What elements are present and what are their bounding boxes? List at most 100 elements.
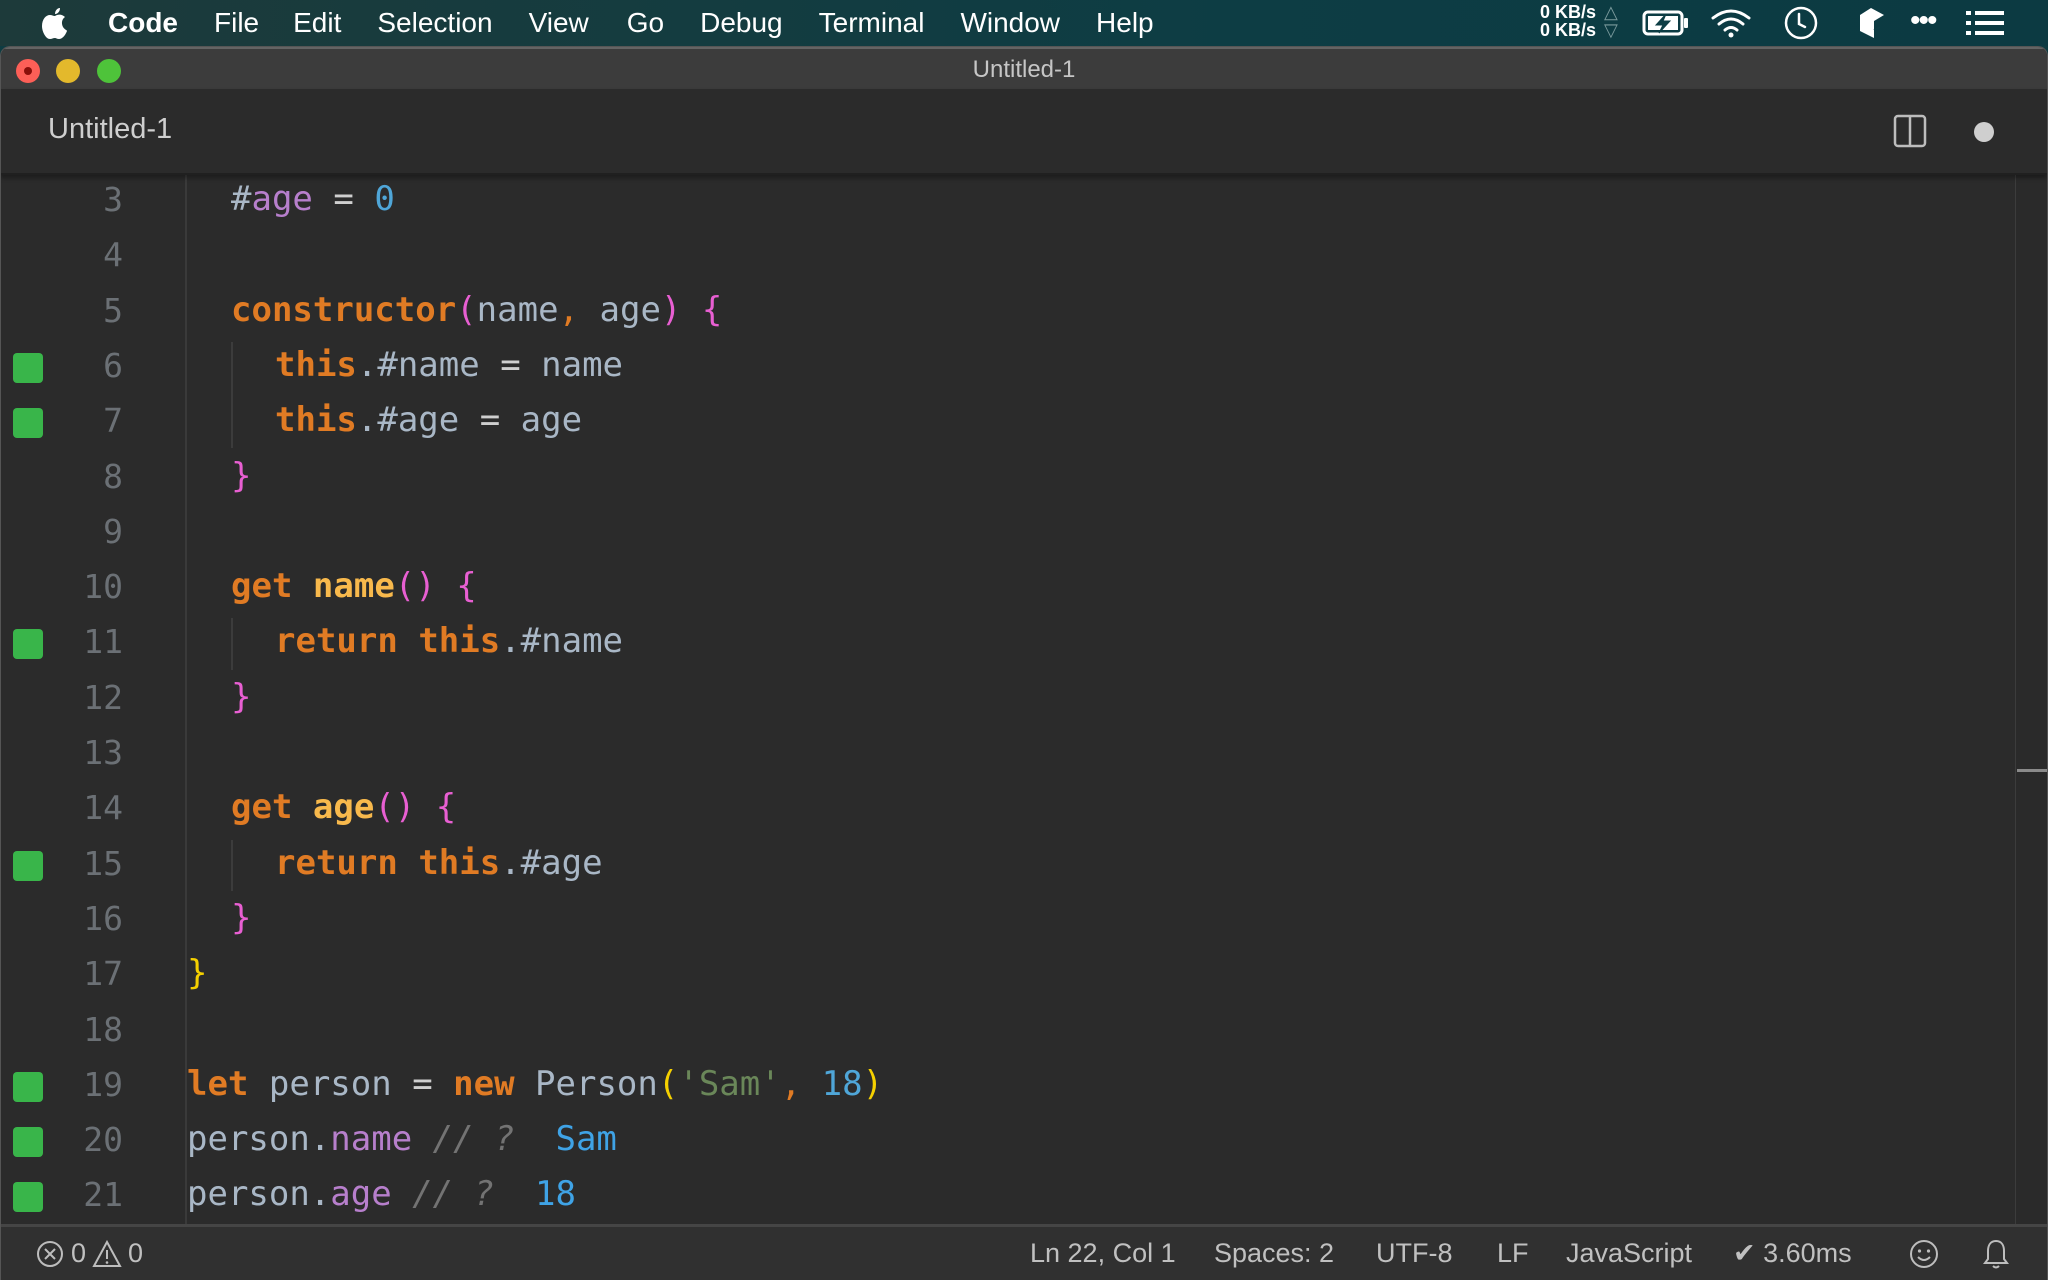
- line-number: 12: [83, 677, 123, 717]
- unsaved-changes-dot-icon[interactable]: [1974, 122, 1994, 142]
- line-number: 15: [83, 843, 123, 883]
- menu-file[interactable]: File: [214, 7, 259, 39]
- code-token: person: [248, 1063, 392, 1104]
- menu-debug[interactable]: Debug: [700, 7, 783, 39]
- code-token: name: [476, 289, 559, 330]
- code-token: name: [541, 344, 624, 385]
- code-line[interactable]: 9: [1, 506, 2017, 561]
- code-token: (: [657, 1063, 679, 1104]
- code-line[interactable]: 5 constructor(name, age) {: [1, 285, 2017, 340]
- menu-view[interactable]: View: [529, 7, 589, 39]
- more-icon[interactable]: •••: [1910, 4, 1937, 38]
- code-line[interactable]: 14 get age() {: [1, 782, 2017, 837]
- line-content: return this.#name: [275, 621, 623, 661]
- split-editor-icon[interactable]: [1893, 114, 1927, 148]
- coverage-marker-icon: [13, 629, 43, 660]
- menu-window[interactable]: Window: [960, 7, 1060, 39]
- window-title: Untitled-1: [972, 56, 1076, 83]
- menu-app-code[interactable]: Code: [108, 7, 178, 39]
- code-token: age: [330, 1174, 392, 1215]
- menu-help[interactable]: Help: [1096, 7, 1154, 39]
- eol-setting[interactable]: LF: [1497, 1238, 1529, 1269]
- code-line[interactable]: 7 this.#age = age: [1, 395, 2017, 450]
- code-token: }: [187, 953, 208, 994]
- line-content: this.#name = name: [275, 345, 623, 385]
- notifications-bell-icon[interactable]: [1981, 1237, 2011, 1271]
- line-number: 10: [83, 567, 123, 607]
- line-content: get age() {: [231, 787, 456, 827]
- menu-selection[interactable]: Selection: [377, 7, 492, 39]
- code-token: get: [231, 566, 293, 607]
- code-line[interactable]: 19 let person = new Person('Sam', 18): [1, 1059, 2017, 1114]
- indent-guide: [231, 839, 233, 891]
- code-line[interactable]: 17}: [1, 948, 2017, 1003]
- code-token: ): [862, 1063, 884, 1104]
- status-bar: 0 0 Ln 22, Col 1 Spaces: 2 UTF-8 LF Java…: [1, 1224, 2047, 1280]
- code-token: person.: [187, 1174, 331, 1215]
- language-mode[interactable]: JavaScript: [1566, 1238, 1692, 1269]
- code-line[interactable]: 6 this.#name = name: [1, 340, 2017, 395]
- scrollbar-cursor-marker: [2017, 769, 2047, 772]
- upload-arrow-icon: △: [1604, 2, 1618, 22]
- network-speed-monitor[interactable]: 0 KB/s △ 0 KB/s ▽: [1540, 3, 1618, 39]
- code-token: 18: [514, 1174, 576, 1215]
- line-number: 13: [83, 733, 123, 772]
- code-line[interactable]: 10 get name() {: [1, 561, 2017, 616]
- code-token: age: [251, 179, 313, 219]
- coverage-marker-icon: [13, 1182, 43, 1213]
- encoding-setting[interactable]: UTF-8: [1376, 1238, 1453, 1269]
- cursor-position[interactable]: Ln 22, Col 1: [1030, 1238, 1176, 1269]
- code-line[interactable]: 21 person.age // ? 18: [1, 1169, 2017, 1224]
- tab-untitled-1[interactable]: Untitled-1: [48, 113, 172, 146]
- battery-charging-icon[interactable]: [1642, 10, 1690, 36]
- code-line[interactable]: 8}: [1, 451, 2017, 506]
- code-token: #: [231, 179, 252, 219]
- code-line[interactable]: 13: [1, 727, 2017, 782]
- menu-edit[interactable]: Edit: [293, 7, 341, 39]
- indentation-setting[interactable]: Spaces: 2: [1214, 1238, 1334, 1269]
- code-editor[interactable]: 3 #age = 0 4 5 constructor(name, age) {6 this…: [1, 175, 2017, 1265]
- code-line[interactable]: 4: [1, 229, 2017, 284]
- vscode-window: Untitled-1 Untitled-1 3 #age = 0 4 5 constru…: [0, 46, 2048, 1280]
- line-number: 16: [83, 898, 123, 938]
- code-token: ,: [558, 289, 600, 330]
- list-icon[interactable]: [1966, 10, 2004, 36]
- clock-icon[interactable]: [1784, 6, 1818, 40]
- line-number: 20: [83, 1120, 123, 1160]
- line-content: get name() {: [231, 566, 477, 606]
- menu-go[interactable]: Go: [627, 7, 664, 39]
- macos-menu-bar: Code File Edit Selection View Go Debug T…: [0, 0, 2048, 46]
- feedback-smiley-icon[interactable]: [1908, 1238, 1940, 1270]
- apple-logo-icon[interactable]: [40, 6, 70, 40]
- line-number: 7: [103, 401, 123, 441]
- code-token: name: [312, 566, 395, 607]
- line-content: return this.#age: [275, 843, 603, 883]
- problems-indicator[interactable]: 0 0: [35, 1238, 143, 1269]
- error-icon: [37, 1240, 63, 1267]
- code-line[interactable]: 11 return this.#name: [1, 616, 2017, 671]
- code-line[interactable]: 12}: [1, 672, 2017, 727]
- code-token: =: [479, 344, 542, 385]
- code-token: return: [275, 842, 398, 883]
- code-line[interactable]: 15 return this.#age: [1, 838, 2017, 893]
- coverage-marker-icon: [13, 850, 43, 881]
- code-token: age: [520, 400, 583, 441]
- line-content: }: [231, 898, 251, 938]
- menu-terminal[interactable]: Terminal: [819, 7, 925, 39]
- editor-tab-bar: Untitled-1: [1, 89, 2047, 175]
- wifi-icon[interactable]: [1710, 8, 1752, 38]
- line-content: }: [231, 456, 251, 496]
- code-token: person.: [187, 1119, 331, 1160]
- vertical-scrollbar[interactable]: [2015, 175, 2047, 1265]
- code-line[interactable]: 20 person.name // ? Sam: [1, 1114, 2017, 1169]
- app-cube-icon[interactable]: [1856, 6, 1886, 40]
- quokka-timing[interactable]: ✔ 3.60ms: [1733, 1238, 1852, 1269]
- code-token: (: [456, 289, 477, 330]
- code-line[interactable]: 16}: [1, 893, 2017, 948]
- code-line[interactable]: 3 #age = 0: [1, 175, 2017, 229]
- code-line[interactable]: 18: [1, 1004, 2017, 1059]
